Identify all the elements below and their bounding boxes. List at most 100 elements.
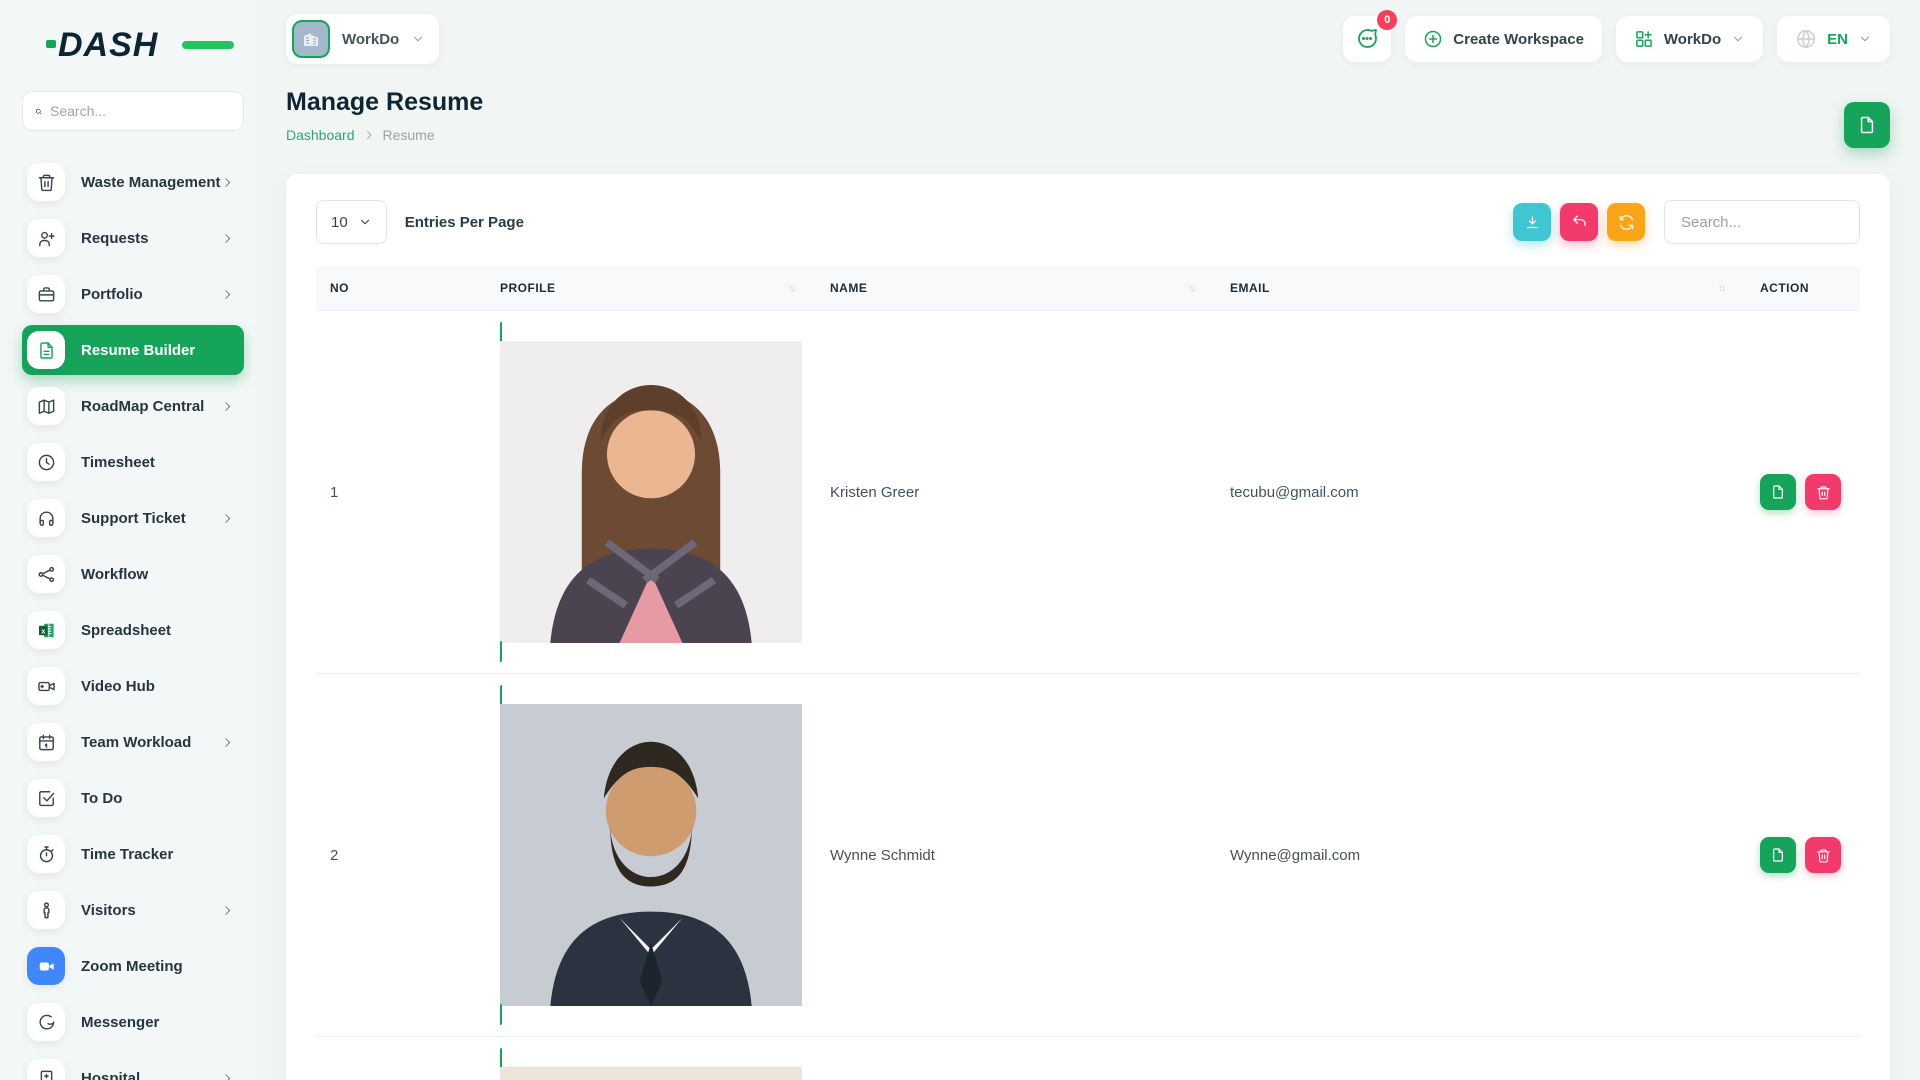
sidebar-item-zoom-meeting[interactable]: Zoom Meeting [22,941,244,991]
sidebar-item-workflow[interactable]: Workflow [22,549,244,599]
file-text-icon [27,331,65,369]
sidebar-nav: Waste Management Requests Portfolio Resu… [22,157,244,1080]
column-header-email[interactable]: EMAIL↑↓ [1216,266,1746,311]
sidebar-item-support-ticket[interactable]: Support Ticket [22,493,244,543]
sidebar-item-timesheet[interactable]: Timesheet [22,437,244,487]
refresh-button[interactable] [1607,203,1645,241]
zoom-video-icon [27,947,65,985]
table-row: 3 Smith Fowler smith@gmail.com [316,1037,1860,1080]
logo-accent-bar [182,41,234,49]
file-icon [1770,484,1786,500]
create-resume-button[interactable] [1844,102,1890,148]
sidebar-item-roadmap-central[interactable]: RoadMap Central [22,381,244,431]
trash-icon [1816,848,1831,863]
sidebar-item-visitors[interactable]: Visitors [22,885,244,935]
back-button[interactable] [1560,203,1598,241]
sidebar-item-video-hub[interactable]: Video Hub [22,661,244,711]
view-resume-button[interactable] [1760,474,1796,510]
language-selector[interactable]: EN [1777,16,1890,62]
sidebar-item-resume-builder[interactable]: Resume Builder [22,325,244,375]
row-email: tecubu@gmail.com [1216,311,1746,674]
search-icon [35,104,42,119]
sidebar-search[interactable] [22,91,244,131]
avatar [500,685,802,1025]
trash-icon [1816,485,1831,500]
sidebar-item-to-do[interactable]: To Do [22,773,244,823]
chevron-right-icon [221,232,234,245]
hospital-icon [27,1059,65,1080]
breadcrumb-current: Resume [383,127,435,143]
resume-table-card: 10 Entries Per Page NO [286,174,1890,1080]
chat-bubble-icon [27,1003,65,1041]
sidebar-item-team-workload[interactable]: Team Workload [22,717,244,767]
sidebar-item-waste-management[interactable]: Waste Management [22,157,244,207]
delete-resume-button[interactable] [1805,837,1841,873]
table-header-row: NO PROFILE↑↓ NAME↑↓ EMAIL↑↓ ACTION [316,266,1860,311]
sidebar: DASH Waste Management Requests Portfolio [0,0,258,1080]
chevron-right-icon [221,1072,234,1080]
chevron-right-icon [221,288,234,301]
user-plus-icon [27,219,65,257]
breadcrumb-dashboard-link[interactable]: Dashboard [286,127,355,143]
svg-text:x: x [41,627,45,635]
sidebar-item-portfolio[interactable]: Portfolio [22,269,244,319]
sidebar-item-spreadsheet[interactable]: x Spreadsheet [22,605,244,655]
messages-button[interactable]: 0 [1343,16,1391,62]
check-square-icon [27,779,65,817]
create-workspace-button[interactable]: Create Workspace [1405,16,1602,62]
delete-resume-button[interactable] [1805,474,1841,510]
download-icon [1524,214,1541,231]
sidebar-item-hospital[interactable]: Hospital [22,1053,244,1080]
sidebar-search-input[interactable] [50,103,231,119]
view-resume-button[interactable] [1760,837,1796,873]
stopwatch-icon [27,835,65,873]
resume-table: NO PROFILE↑↓ NAME↑↓ EMAIL↑↓ ACTION 1 Kri… [316,266,1860,1080]
workspace-avatar [292,20,330,58]
workspace-menu-button[interactable]: WorkDo [1616,16,1763,62]
row-name: Kristen Greer [816,311,1216,674]
sidebar-item-requests[interactable]: Requests [22,213,244,263]
column-header-name[interactable]: NAME↑↓ [816,266,1216,311]
chat-bubble-icon [1355,27,1379,51]
breadcrumb: Dashboard Resume [286,127,483,143]
column-header-profile[interactable]: PROFILE↑↓ [486,266,816,311]
briefcase-icon [27,275,65,313]
sort-icon[interactable]: ↑↓ [788,283,802,294]
dash-logo: DASH [58,26,208,65]
sort-icon[interactable]: ↑↓ [1718,283,1732,294]
table-row: 1 Kristen Greer tecubu@gmail.com [316,311,1860,674]
map-icon [27,387,65,425]
main-content: WorkDo 0 Create Workspace WorkDo EN [258,0,1920,1080]
trash-icon [27,163,65,201]
table-search-input[interactable] [1664,200,1860,244]
grid-plus-icon [1634,29,1654,49]
sidebar-item-messenger[interactable]: Messenger [22,997,244,1047]
sidebar-item-time-tracker[interactable]: Time Tracker [22,829,244,879]
excel-icon: x [27,611,65,649]
notification-badge: 0 [1377,10,1397,30]
row-number: 1 [316,311,486,674]
person-icon [27,891,65,929]
chevron-down-icon [1858,32,1872,46]
chevron-right-icon [363,129,375,141]
chevron-down-icon [358,215,372,229]
workflow-branch-icon [27,555,65,593]
globe-icon [1795,28,1817,50]
video-icon [27,667,65,705]
row-name: Wynne Schmidt [816,674,1216,1037]
entries-per-page-select[interactable]: 10 [316,200,387,244]
chevron-right-icon [221,736,234,749]
top-bar: WorkDo 0 Create Workspace WorkDo EN [286,12,1890,66]
chevron-right-icon [221,904,234,917]
table-row: 2 Wynne Schmidt Wynne@gmail.com [316,674,1860,1037]
sort-icon[interactable]: ↑↓ [1188,283,1202,294]
column-header-no[interactable]: NO [316,266,486,311]
calendar-icon [27,723,65,761]
page-title: Manage Resume [286,88,483,117]
workspace-selector[interactable]: WorkDo [286,14,439,64]
refresh-icon [1618,214,1635,231]
row-email: smith@gmail.com [1216,1037,1746,1080]
logo-text: DASH [58,26,158,64]
export-button[interactable] [1513,203,1551,241]
plus-circle-icon [1423,29,1443,49]
